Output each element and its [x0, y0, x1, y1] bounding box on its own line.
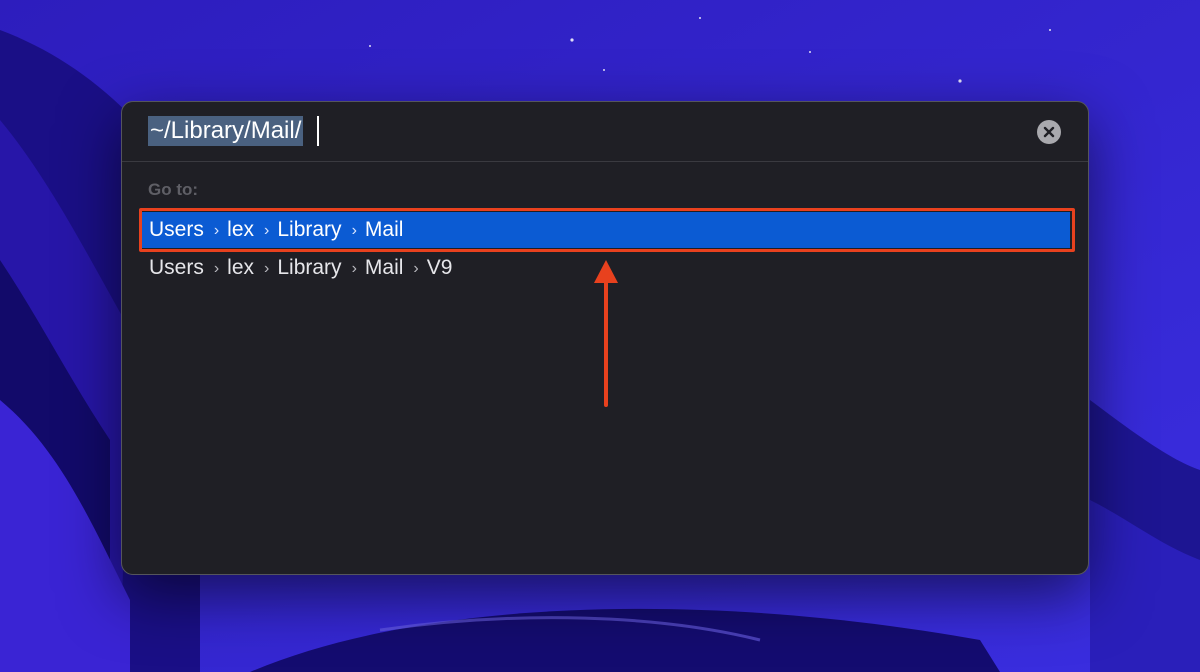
clear-x-icon[interactable]: [1037, 120, 1061, 144]
path-segment: Users: [149, 256, 204, 279]
text-caret: [317, 116, 319, 146]
path-segment: Mail: [364, 218, 404, 241]
path-segment: Users: [149, 218, 204, 241]
chevron-right-icon: ›: [264, 260, 270, 277]
go-to-label: Go to:: [148, 180, 199, 199]
chevron-right-icon: ›: [413, 260, 419, 277]
up-arrow-annotation: [594, 260, 618, 407]
path-segment: Library: [277, 256, 342, 279]
path-segment: lex: [227, 218, 255, 241]
chevron-right-icon: ›: [264, 222, 270, 239]
chevron-right-icon: ›: [351, 222, 357, 239]
chevron-right-icon: ›: [351, 260, 357, 277]
path-input[interactable]: ~/Library/Mail/: [148, 116, 304, 146]
chevron-right-icon: ›: [213, 222, 220, 239]
path-segment: Mail: [364, 256, 404, 279]
path-segment: Library: [277, 218, 342, 241]
path-segment: lex: [227, 256, 255, 279]
path-segment: V9: [426, 256, 453, 279]
chevron-right-icon: ›: [213, 260, 220, 277]
path-input-row: ~/Library/Mail/: [122, 102, 1088, 162]
result-row-selected[interactable]: Users › lex › Library › Mail: [142, 212, 1070, 248]
